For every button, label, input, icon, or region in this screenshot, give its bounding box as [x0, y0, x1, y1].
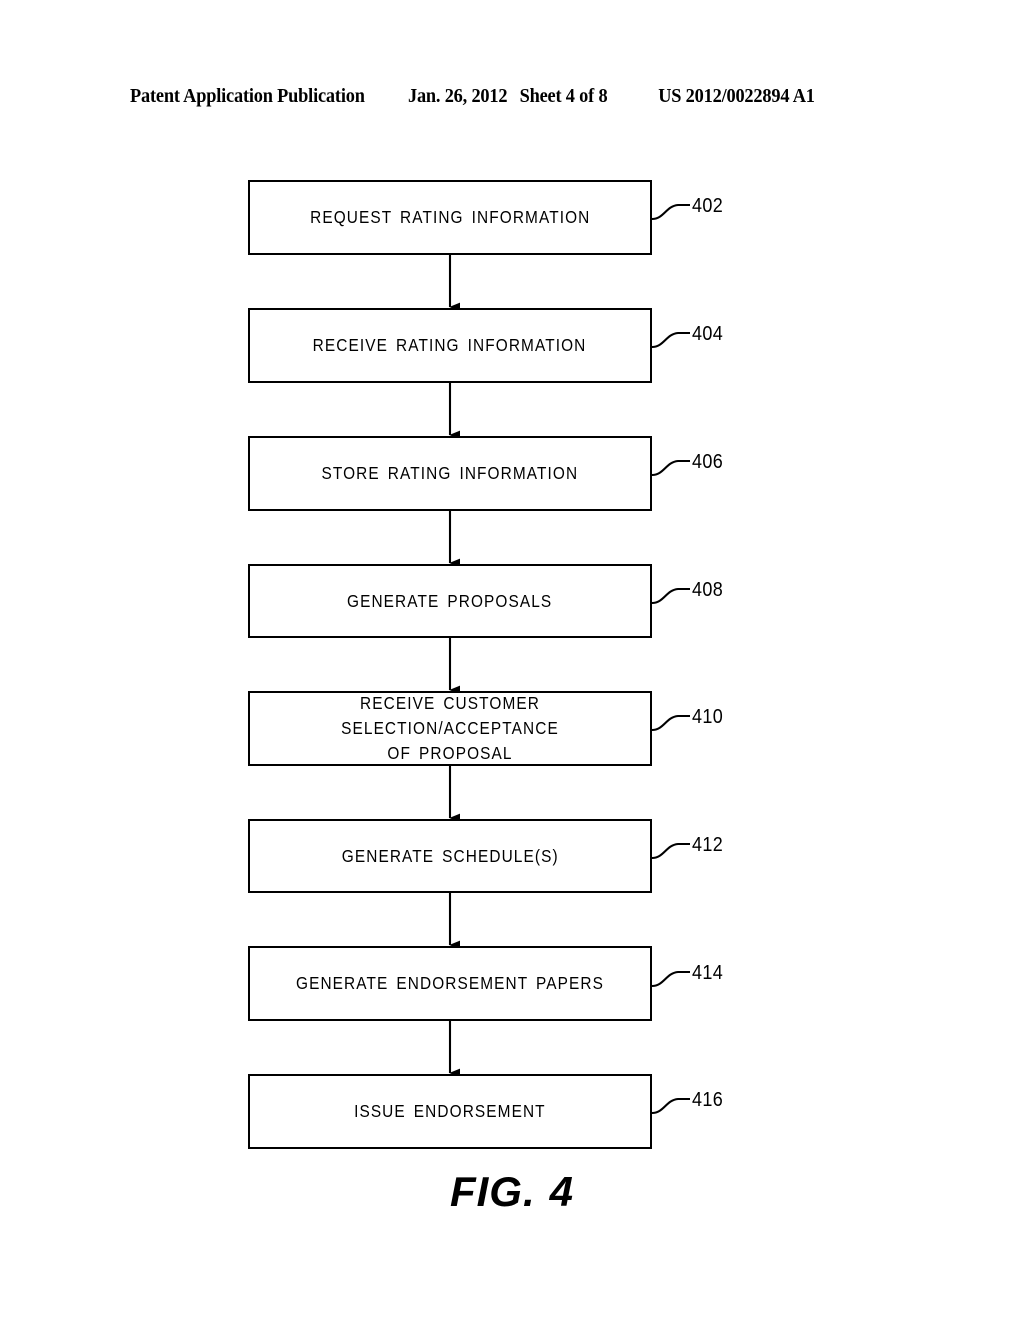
flow-node-404-label: RECEIVE RATING INFORMATION: [313, 335, 587, 355]
reference-numeral-414: 414: [692, 962, 724, 984]
leader-line-416: [651, 1097, 690, 1115]
figure-caption-number: 4: [549, 1168, 575, 1215]
flow-node-408-label: GENERATE PROPOSALS: [347, 590, 553, 611]
flow-node-412[interactable]: GENERATE SCHEDULE(S): [248, 819, 652, 893]
flow-node-412-label: GENERATE SCHEDULE(S): [341, 845, 559, 866]
reference-numeral-416: 416: [692, 1089, 724, 1111]
leader-line-410: [651, 714, 690, 732]
flow-node-404[interactable]: RECEIVE RATING INFORMATION: [248, 308, 652, 383]
flow-node-416-label: ISSUE ENDORSEMENT: [354, 1101, 546, 1121]
flow-node-410[interactable]: RECEIVE CUSTOMER SELECTION/ACCEPTANCE OF…: [248, 691, 652, 766]
reference-numeral-408: 408: [692, 579, 724, 601]
leader-line-402: [651, 203, 690, 221]
flow-node-406[interactable]: STORE RATING INFORMATION: [248, 436, 652, 511]
flow-node-402-label: REQUEST RATING INFORMATION: [309, 207, 591, 227]
flow-node-406-label: STORE RATING INFORMATION: [321, 463, 579, 483]
reference-numeral-406: 406: [692, 451, 724, 473]
reference-numeral-410: 410: [692, 706, 724, 728]
leader-line-412: [651, 842, 690, 860]
figure-caption-prefix: FIG.: [449, 1168, 536, 1215]
patent-figure-4: REQUEST RATING INFORMATION RECEIVE RATIN…: [0, 0, 1024, 1320]
reference-numeral-412: 412: [692, 834, 724, 856]
leader-line-404: [651, 331, 690, 349]
reference-numeral-402: 402: [692, 195, 724, 217]
flow-node-414[interactable]: GENERATE ENDORSEMENT PAPERS: [248, 946, 652, 1021]
leader-line-414: [651, 970, 690, 988]
flow-node-402[interactable]: REQUEST RATING INFORMATION: [248, 180, 652, 255]
figure-caption: FIG. 4: [0, 1168, 1024, 1216]
flow-node-414-label: GENERATE ENDORSEMENT PAPERS: [296, 973, 604, 993]
reference-numeral-404: 404: [692, 323, 724, 345]
flow-node-408[interactable]: GENERATE PROPOSALS: [248, 564, 652, 638]
flow-node-410-label: RECEIVE CUSTOMER SELECTION/ACCEPTANCE OF…: [341, 693, 559, 763]
leader-line-406: [651, 459, 690, 477]
leader-line-408: [651, 587, 690, 605]
reference-leader-group: [651, 203, 690, 1115]
flow-node-416[interactable]: ISSUE ENDORSEMENT: [248, 1074, 652, 1149]
